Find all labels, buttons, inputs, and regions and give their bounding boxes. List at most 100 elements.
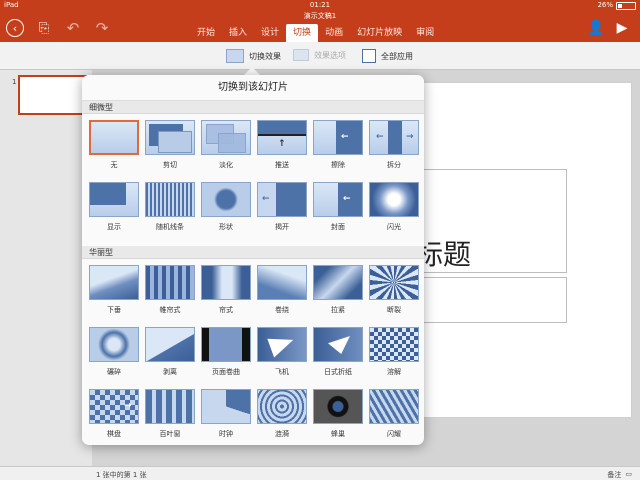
transition-cover-preview: ← xyxy=(313,182,363,217)
tab-slideshow[interactable]: 幻灯片放映 xyxy=(350,24,409,42)
transition-fade[interactable]: 淡化 xyxy=(198,120,254,182)
transition-clock[interactable]: 时钟 xyxy=(198,389,254,445)
transition-wind-preview xyxy=(257,265,307,300)
transition-glitter[interactable]: 闪耀 xyxy=(366,389,422,445)
tab-animations[interactable]: 动画 xyxy=(318,24,350,42)
arrow-up-icon: ↑ xyxy=(278,139,286,149)
battery-status: 26% xyxy=(597,0,636,11)
transition-page-curl-preview xyxy=(201,327,251,362)
ribbon-tabs: 开始 插入 设计 切换 动画 幻灯片放映 审阅 xyxy=(190,24,441,42)
notes-label: 备注 xyxy=(607,471,622,479)
title-bar: iPad 01:21 26% 演示文稿1 ‹ ⎘ ↶ ↷ 👤 ▶ 开始 插入 设… xyxy=(0,0,640,42)
transition-reveal[interactable]: 显示 xyxy=(86,182,142,244)
play-icon[interactable]: ▶ xyxy=(612,18,632,38)
transition-airplane-preview xyxy=(257,327,307,362)
transition-split[interactable]: ← → 拆分 xyxy=(366,120,422,182)
arrow-left-icon: ← xyxy=(343,194,351,204)
arrow-right-icon: → xyxy=(406,132,414,142)
transition-ripple-preview xyxy=(257,389,307,424)
transition-airplane[interactable]: 飞机 xyxy=(254,327,310,389)
add-person-icon[interactable]: 👤 xyxy=(586,18,606,38)
transition-push-preview: ↑ xyxy=(257,120,307,155)
transition-random-bars-preview xyxy=(145,182,195,217)
transition-crush[interactable]: 碾碎 xyxy=(86,327,142,389)
redo-icon[interactable]: ↷ xyxy=(92,18,112,38)
transition-peel-off-preview xyxy=(145,327,195,362)
transition-fall-over-preview xyxy=(89,265,139,300)
group-header-exciting: 华丽型 xyxy=(82,246,424,259)
transition-curtains[interactable]: 帘式 xyxy=(198,265,254,327)
effect-options-label: 效果选项 xyxy=(314,50,346,60)
transition-gallery-popover: 切换到该幻灯片 细微型 无 剪切 淡化 ↑ 推送 ← 擦除 ← → 拆分 显示 随机线条… xyxy=(82,75,424,445)
tab-transitions[interactable]: 切换 xyxy=(286,24,319,42)
transition-peel-off[interactable]: 剥离 xyxy=(142,327,198,389)
transition-shape[interactable]: 形状 xyxy=(198,182,254,244)
transition-origami[interactable]: 日式折纸 xyxy=(310,327,366,389)
transition-push[interactable]: ↑ 推送 xyxy=(254,120,310,182)
clock: 01:21 xyxy=(309,1,331,9)
transition-cut[interactable]: 剪切 xyxy=(142,120,198,182)
ribbon-toolbar: 切换效果 效果选项 全部应用 xyxy=(0,42,640,70)
notes-button[interactable]: 备注 ▭ xyxy=(607,470,632,480)
transition-glitter-preview xyxy=(369,389,419,424)
transition-uncover-preview: ← xyxy=(257,182,307,217)
transition-fade-preview xyxy=(201,120,251,155)
transition-uncover[interactable]: ← 揭开 xyxy=(254,182,310,244)
transition-dissolve[interactable]: 溶解 xyxy=(366,327,422,389)
transition-curtains-preview xyxy=(201,265,251,300)
tab-design[interactable]: 设计 xyxy=(254,24,286,42)
apply-all-icon xyxy=(362,49,376,63)
transition-honeycomb[interactable]: 蜂巢 xyxy=(310,389,366,445)
arrow-left-icon: ← xyxy=(262,194,270,204)
transition-crush-preview xyxy=(89,327,139,362)
transition-drape-preview xyxy=(145,265,195,300)
transition-reveal-preview xyxy=(89,182,139,217)
transition-dissolve-preview xyxy=(369,327,419,362)
transition-prestige-preview xyxy=(313,265,363,300)
transition-fall-over[interactable]: 下垂 xyxy=(86,265,142,327)
transition-wipe-preview: ← xyxy=(313,120,363,155)
transition-ripple[interactable]: 涟漪 xyxy=(254,389,310,445)
transition-checkerboard-preview: → xyxy=(89,389,139,424)
tab-home[interactable]: 开始 xyxy=(190,24,222,42)
transition-drape[interactable]: 帷帘式 xyxy=(142,265,198,327)
apply-to-all-label: 全部应用 xyxy=(381,51,413,61)
transition-clock-preview xyxy=(201,389,251,424)
transition-none[interactable]: 无 xyxy=(86,120,142,182)
effect-options-icon xyxy=(293,49,309,61)
transition-checkerboard[interactable]: → 棋盘 xyxy=(86,389,142,445)
transition-flash-preview xyxy=(369,182,419,217)
status-bar: iPad 01:21 26% xyxy=(0,0,640,11)
effect-options-button[interactable]: 效果选项 xyxy=(293,49,346,61)
transition-blinds[interactable]: 百叶窗 xyxy=(142,389,198,445)
arrow-left-icon: ← xyxy=(341,132,349,142)
file-icon[interactable]: ⎘ xyxy=(34,18,54,38)
notes-icon: ▭ xyxy=(625,470,632,478)
tab-insert[interactable]: 插入 xyxy=(222,24,254,42)
arrow-left-icon: ← xyxy=(376,132,384,142)
transition-shape-preview xyxy=(201,182,251,217)
transition-wind[interactable]: 卷绕 xyxy=(254,265,310,327)
transition-effect-button[interactable]: 切换效果 xyxy=(226,49,281,63)
transition-cover[interactable]: ← 封面 xyxy=(310,182,366,244)
transition-effect-icon xyxy=(226,49,244,63)
tab-review[interactable]: 审阅 xyxy=(409,24,441,42)
popover-title: 切换到该幻灯片 xyxy=(82,75,424,101)
transition-none-preview xyxy=(89,120,139,155)
transition-honeycomb-preview xyxy=(313,389,363,424)
transition-cut-preview xyxy=(145,120,195,155)
transition-split-preview: ← → xyxy=(369,120,419,155)
apply-to-all-button[interactable]: 全部应用 xyxy=(362,49,413,63)
battery-percent: 26% xyxy=(597,1,613,9)
transition-wipe[interactable]: ← 擦除 xyxy=(310,120,366,182)
undo-icon[interactable]: ↶ xyxy=(63,18,83,38)
thumbnail-number: 1 xyxy=(12,78,17,86)
back-circle-icon[interactable]: ‹ xyxy=(6,19,24,37)
transition-fracture[interactable]: 断裂 xyxy=(366,265,422,327)
transition-prestige[interactable]: 拉紧 xyxy=(310,265,366,327)
transition-flash[interactable]: 闪光 xyxy=(366,182,422,244)
subtle-transitions-grid: 无 剪切 淡化 ↑ 推送 ← 擦除 ← → 拆分 显示 随机线条 形状 ← 揭开 ← 封面 … xyxy=(82,114,424,246)
transition-random-bars[interactable]: 随机线条 xyxy=(142,182,198,244)
transition-page-curl[interactable]: 页面卷曲 xyxy=(198,327,254,389)
slide-thumbnail[interactable] xyxy=(18,75,88,115)
